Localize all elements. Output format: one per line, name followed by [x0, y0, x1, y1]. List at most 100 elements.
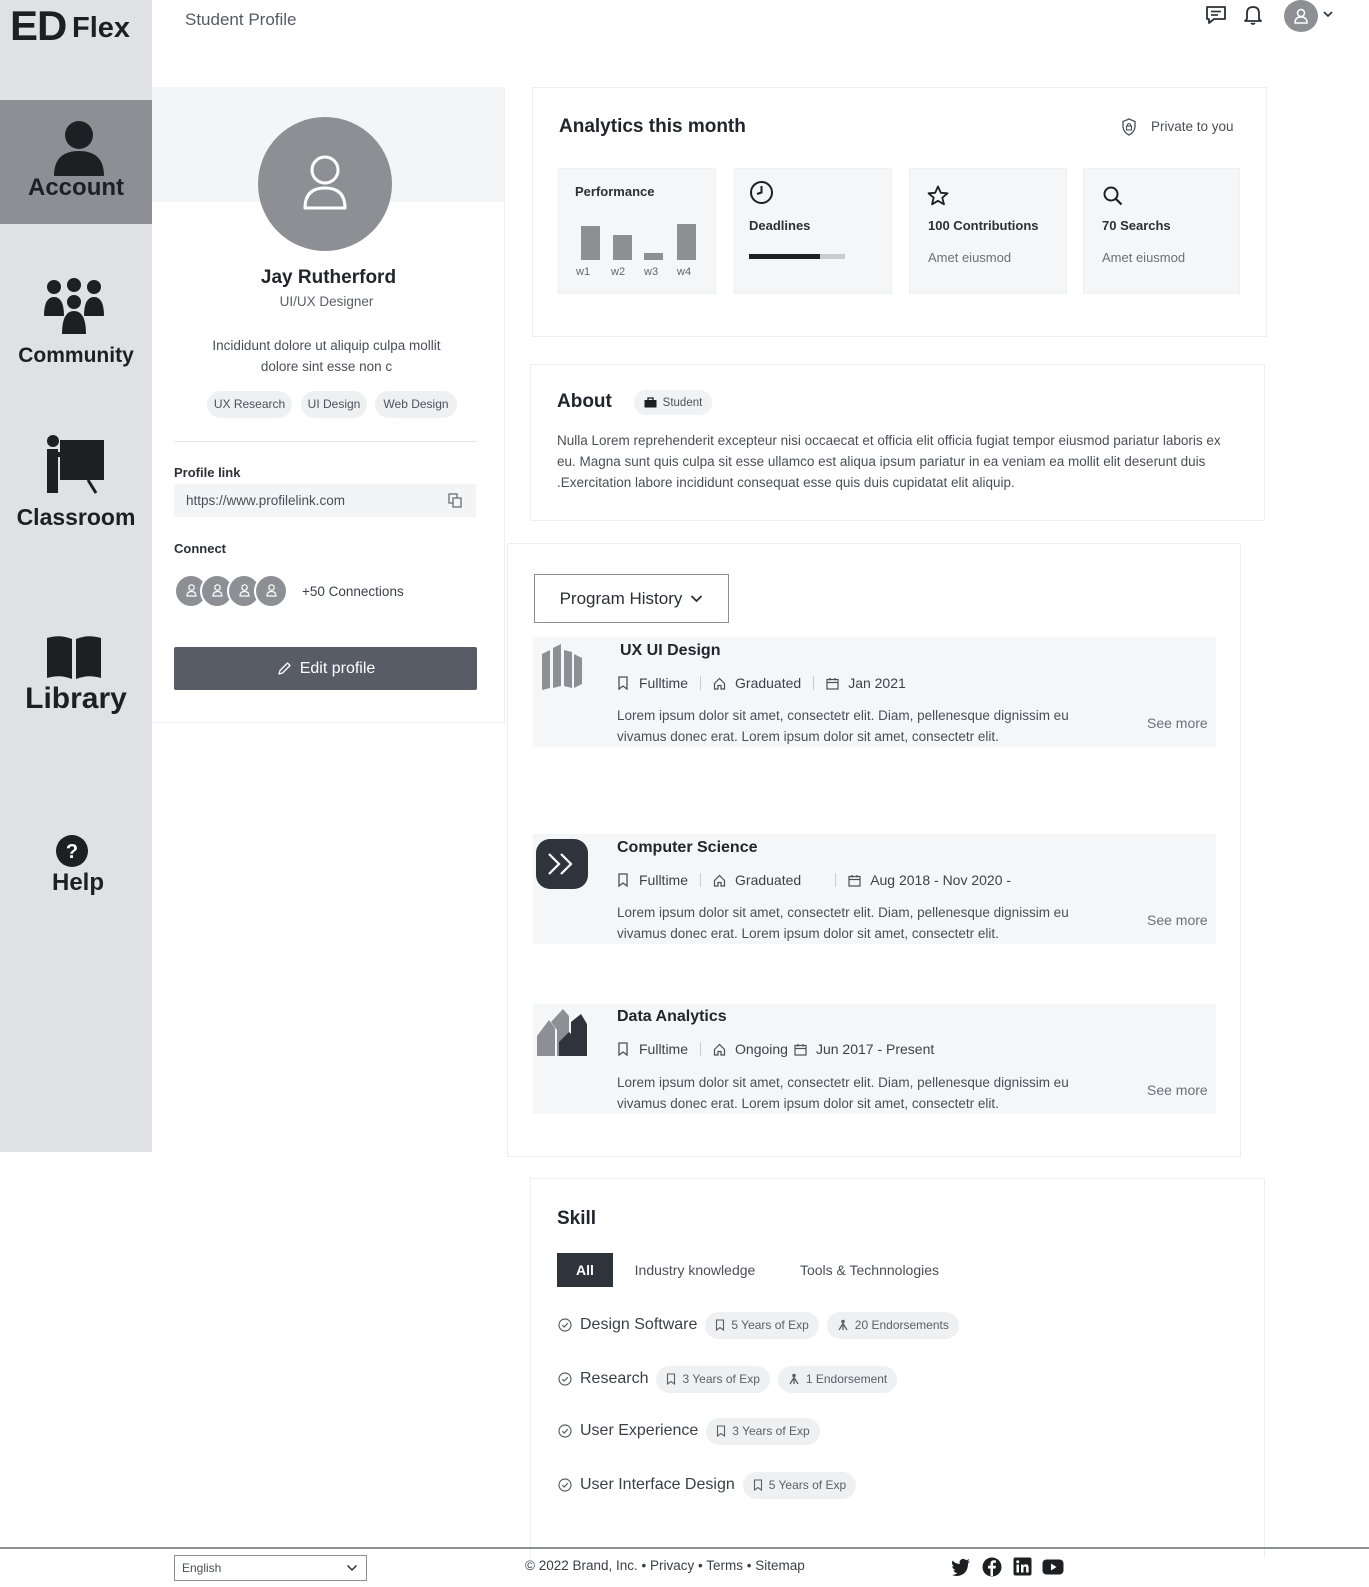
nav-library[interactable]: Library — [0, 630, 152, 730]
bookmark-icon — [618, 676, 628, 690]
nav-classroom[interactable]: Classroom — [0, 430, 152, 540]
see-more-link[interactable]: See more — [1147, 1082, 1208, 1098]
tab-tools-technologies[interactable]: Tools & Technnologies — [792, 1253, 947, 1287]
program-status: Graduated — [735, 872, 802, 888]
youtube-icon[interactable] — [1042, 1559, 1064, 1575]
nav-help[interactable]: ? Help — [0, 835, 152, 905]
profile-divider — [174, 441, 477, 442]
about-text: Nulla Lorem reprehenderit excepteur nisi… — [557, 433, 1221, 490]
program-history-dropdown[interactable]: Program History — [534, 574, 729, 623]
skill-name: User Interface Design — [580, 1476, 735, 1493]
edit-profile-button[interactable]: Edit profile — [174, 647, 477, 690]
contributions-title: 100 Contributions — [928, 218, 1039, 233]
footer-copyright[interactable]: © 2022 Brand, Inc. • Privacy • Terms • S… — [525, 1558, 805, 1573]
home-icon — [713, 874, 726, 887]
program-type: Fulltime — [639, 675, 689, 691]
check-circle-icon — [558, 1318, 572, 1332]
message-icon[interactable] — [1205, 4, 1227, 26]
check-circle-icon — [558, 1424, 572, 1438]
user-icon — [1294, 8, 1308, 24]
copy-icon[interactable] — [448, 493, 462, 508]
chevron-down-icon — [346, 1564, 358, 1572]
connections-count[interactable]: +50 Connections — [302, 584, 404, 599]
page-title: Student Profile — [185, 10, 297, 29]
pencil-icon — [278, 661, 291, 675]
classroom-icon — [47, 435, 104, 494]
briefcase-icon — [644, 397, 657, 408]
endorsement-label: 1 Endorsement — [805, 1372, 888, 1386]
deadlines-progress-track — [749, 254, 845, 259]
endorse-icon — [789, 1373, 799, 1385]
connect-label: Connect — [174, 541, 226, 556]
skill-title: Skill — [557, 1208, 597, 1229]
profile-link-label: Profile link — [174, 465, 241, 480]
data-analytics-logo-icon — [537, 1009, 587, 1056]
nav-help-label: Help — [51, 869, 104, 896]
user-avatar[interactable] — [1284, 0, 1318, 32]
experience-pill: 3 Years of Exp — [656, 1365, 770, 1393]
nav-community-label: Community — [18, 344, 134, 367]
clock-icon — [750, 181, 773, 204]
week-label: w1 — [576, 266, 591, 278]
program-title: Data Analytics — [617, 1008, 727, 1025]
profile-role: UI/UX Designer — [279, 294, 374, 309]
skill-item[interactable]: Research 3 Years of Exp 1 Endorsement — [558, 1364, 898, 1394]
program-meta: Fulltime Graduated Aug 2018 - Nov 2020 - — [617, 872, 1011, 888]
student-badge: Student — [634, 390, 712, 415]
program-description: Lorem ipsum dolor sit amet, consectetr e… — [617, 1075, 1069, 1111]
nav-account[interactable]: Account — [0, 100, 152, 224]
tab-industry-knowledge[interactable]: Industry knowledge — [626, 1253, 764, 1287]
profile-name: Jay Rutherford — [260, 267, 397, 288]
facebook-icon[interactable] — [982, 1557, 1002, 1577]
bookmark-icon — [753, 1479, 762, 1491]
program-meta: Fulltime Ongoing Jun 2017 - Present — [617, 1041, 934, 1057]
experience-label: 5 Years of Exp — [731, 1318, 809, 1332]
performance-title: Performance — [575, 184, 655, 199]
home-icon — [713, 1043, 726, 1056]
check-circle-icon — [558, 1372, 572, 1386]
account-icon — [54, 121, 104, 176]
program-date: Aug 2018 - Nov 2020 - — [870, 872, 1012, 888]
help-icon: ? — [56, 835, 88, 867]
calendar-icon — [826, 677, 839, 690]
star-icon — [927, 185, 949, 206]
user-icon — [212, 584, 223, 597]
skill-item[interactable]: User Experience 3 Years of Exp — [558, 1416, 820, 1446]
profile-link-value: https://www.profilelink.com — [186, 493, 346, 508]
endorsement-pill: 20 Endorsements — [826, 1311, 959, 1339]
nav-library-label: Library — [25, 682, 127, 715]
skill-item[interactable]: User Interface Design 5 Years of Exp — [558, 1470, 857, 1500]
tag-chip: UI Design — [301, 391, 367, 418]
language-select[interactable]: English — [174, 1555, 367, 1581]
linkedin-icon[interactable] — [1013, 1557, 1032, 1576]
privacy-label: Private to you — [1151, 119, 1234, 134]
experience-pill: 3 Years of Exp — [706, 1417, 820, 1445]
tab-all[interactable]: All — [557, 1253, 613, 1287]
analytics-title: Analytics this month — [559, 116, 746, 137]
connection-avatar[interactable] — [254, 574, 288, 608]
skill-name: Design Software — [580, 1316, 698, 1333]
nav-community[interactable]: Community — [0, 270, 152, 380]
user-icon — [266, 584, 277, 597]
student-badge-label: Student — [662, 396, 703, 409]
edit-profile-label: Edit profile — [299, 659, 376, 677]
profile-link-field[interactable]: https://www.profilelink.com — [174, 484, 476, 517]
twitter-icon[interactable] — [951, 1558, 971, 1576]
searches-title: 70 Searchs — [1102, 218, 1171, 233]
skill-item[interactable]: Design Software 5 Years of Exp 20 Endors… — [558, 1310, 959, 1340]
skill-name: User Experience — [580, 1422, 699, 1439]
see-more-link[interactable]: See more — [1147, 912, 1208, 928]
chevron-down-icon[interactable] — [1323, 10, 1333, 18]
endorse-icon — [838, 1319, 848, 1331]
experience-label: 5 Years of Exp — [768, 1478, 847, 1492]
program-title: Computer Science — [617, 839, 758, 856]
program-meta: Fulltime Graduated Jan 2021 — [617, 675, 906, 691]
see-more-link[interactable]: See more — [1147, 715, 1208, 731]
experience-label: 3 Years of Exp — [732, 1424, 810, 1438]
deadlines-title: Deadlines — [749, 218, 811, 233]
program-title: UX UI Design — [620, 642, 721, 659]
bell-icon[interactable] — [1242, 4, 1264, 26]
computer-science-logo-icon — [536, 839, 588, 889]
program-date: Jan 2021 — [848, 675, 906, 691]
calendar-icon — [794, 1043, 807, 1056]
